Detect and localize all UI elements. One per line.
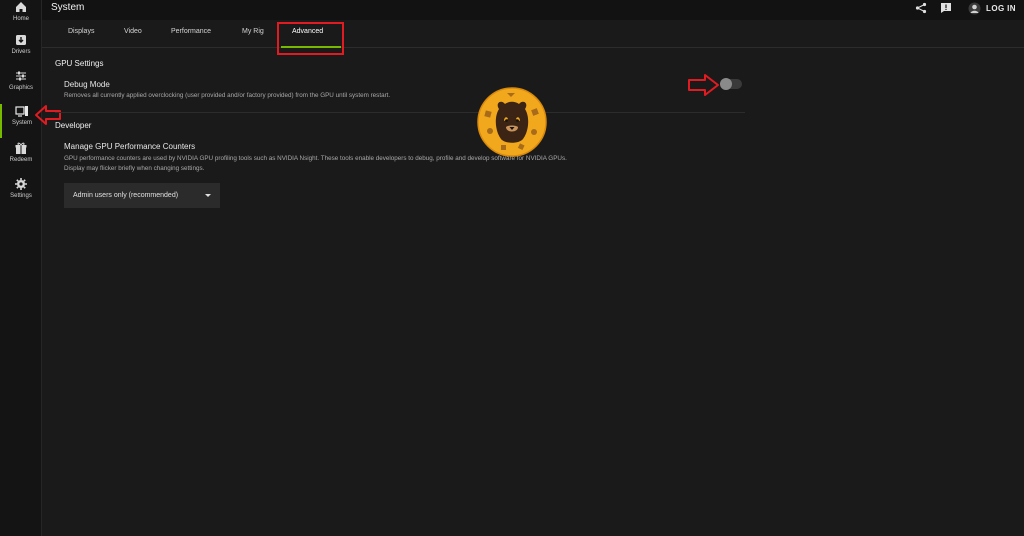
sidebar-item-label: Settings <box>10 193 32 199</box>
gear-icon <box>15 178 27 190</box>
gpu-counters-dropdown[interactable]: Admin users only (recommended) <box>64 183 220 208</box>
gpu-counters-note: Display may flicker briefly when changin… <box>64 165 205 172</box>
sidebar-item-label: Drivers <box>11 49 31 55</box>
top-header: System LOG IN <box>42 0 1024 20</box>
sidebar-item-drivers[interactable]: Drivers <box>0 33 42 67</box>
section-divider <box>55 112 745 113</box>
debug-mode-title: Debug Mode <box>64 80 110 89</box>
chevron-down-icon <box>205 194 211 197</box>
gpu-counters-title: Manage GPU Performance Counters <box>64 142 196 151</box>
debug-mode-toggle[interactable] <box>720 78 742 90</box>
sidebar-item-redeem[interactable]: Redeem <box>0 141 42 175</box>
bear-logo-watermark <box>477 87 547 157</box>
sidebar-item-label: Graphics <box>8 85 33 91</box>
page-title: System <box>51 2 85 13</box>
home-icon <box>16 2 26 12</box>
annotation-arrow-toggle <box>688 74 719 96</box>
annotation-highlight-advanced-tab <box>277 22 344 55</box>
feedback-icon[interactable] <box>940 2 952 14</box>
sliders-icon <box>16 71 26 81</box>
tab-performance[interactable]: Performance <box>171 28 211 35</box>
developer-heading: Developer <box>55 121 92 130</box>
sidebar-item-graphics[interactable]: Graphics <box>0 69 42 103</box>
drivers-icon <box>16 35 26 45</box>
tab-displays[interactable]: Displays <box>68 28 94 35</box>
toggle-knob <box>720 78 732 90</box>
sidebar-item-label: Home <box>12 16 29 22</box>
system-icon <box>15 106 28 117</box>
sidebar-item-label: System <box>11 120 32 126</box>
dropdown-selected-value: Admin users only (recommended) <box>73 192 179 199</box>
sidebar-item-settings[interactable]: Settings <box>0 177 42 211</box>
share-icon[interactable] <box>915 2 927 14</box>
debug-mode-description: Removes all currently applied overclocki… <box>64 92 391 99</box>
sidebar-item-home[interactable]: Home <box>0 0 42 34</box>
sidebar-item-label: Redeem <box>9 157 33 163</box>
gpu-settings-heading: GPU Settings <box>55 59 104 68</box>
tab-bar: Displays Video Performance My Rig Advanc… <box>42 20 1024 48</box>
gift-icon <box>15 142 27 154</box>
sidebar: Home Drivers Graphics System Redeem Sett… <box>0 0 42 536</box>
tab-my-rig[interactable]: My Rig <box>242 28 264 35</box>
user-icon <box>968 2 981 15</box>
login-button[interactable]: LOG IN <box>968 2 1016 15</box>
tab-video[interactable]: Video <box>124 28 142 35</box>
login-label: LOG IN <box>986 4 1016 13</box>
